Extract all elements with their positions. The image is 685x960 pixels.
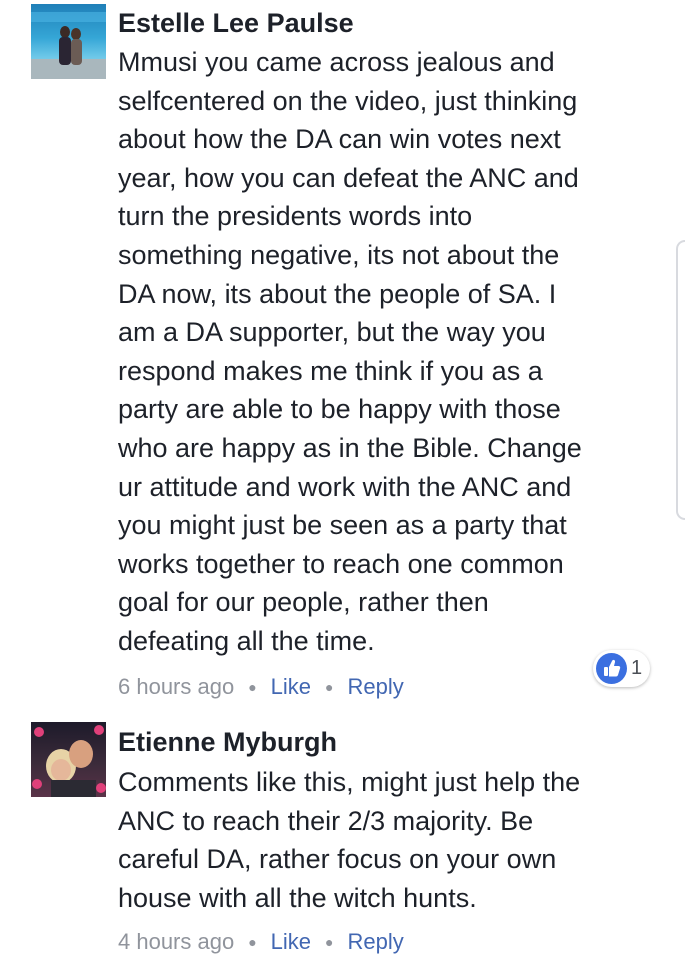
reaction-count: 1 (631, 657, 643, 679)
separator-dot: ● (325, 679, 334, 696)
avatar[interactable] (31, 722, 106, 797)
avatar-photo (32, 725, 106, 797)
reply-button[interactable]: Reply (348, 674, 404, 700)
scrollbar[interactable] (676, 240, 685, 520)
separator-dot: ● (325, 934, 334, 951)
separator-dot: ● (248, 934, 257, 951)
comment-author[interactable]: Estelle Lee Paulse (118, 8, 354, 39)
avatar-photo (31, 12, 106, 79)
comment-meta: 6 hours ago ● Like ● Reply (118, 673, 404, 700)
separator-dot: ● (248, 679, 257, 696)
like-button[interactable]: Like (271, 929, 311, 955)
comment-meta: 4 hours ago ● Like ● Reply (118, 928, 404, 955)
comment-author[interactable]: Etienne Myburgh (118, 727, 337, 758)
avatar[interactable] (31, 4, 106, 79)
comment-timestamp[interactable]: 6 hours ago (118, 674, 234, 700)
comment-timestamp[interactable]: 4 hours ago (118, 929, 234, 955)
reply-button[interactable]: Reply (348, 929, 404, 955)
reaction-badge[interactable]: 1 (593, 650, 650, 687)
thumbs-up-icon (596, 653, 627, 684)
comment-text: Comments like this, might just help the … (118, 767, 581, 913)
like-button[interactable]: Like (271, 674, 311, 700)
comment-text: Mmusi you came across jealous and selfce… (118, 47, 582, 656)
